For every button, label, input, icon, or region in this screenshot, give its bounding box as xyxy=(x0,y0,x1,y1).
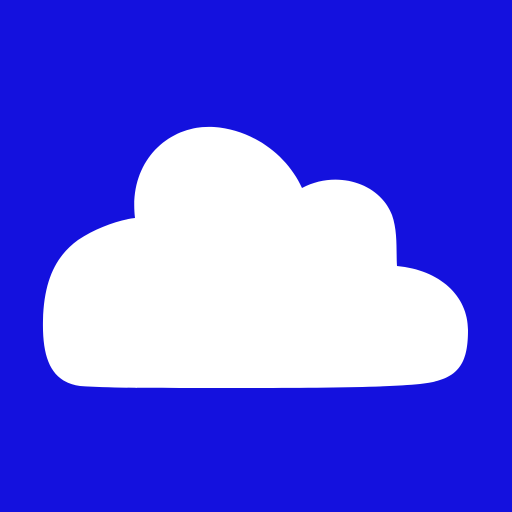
app-icon-tile xyxy=(0,0,512,512)
cloud-icon xyxy=(0,0,512,512)
